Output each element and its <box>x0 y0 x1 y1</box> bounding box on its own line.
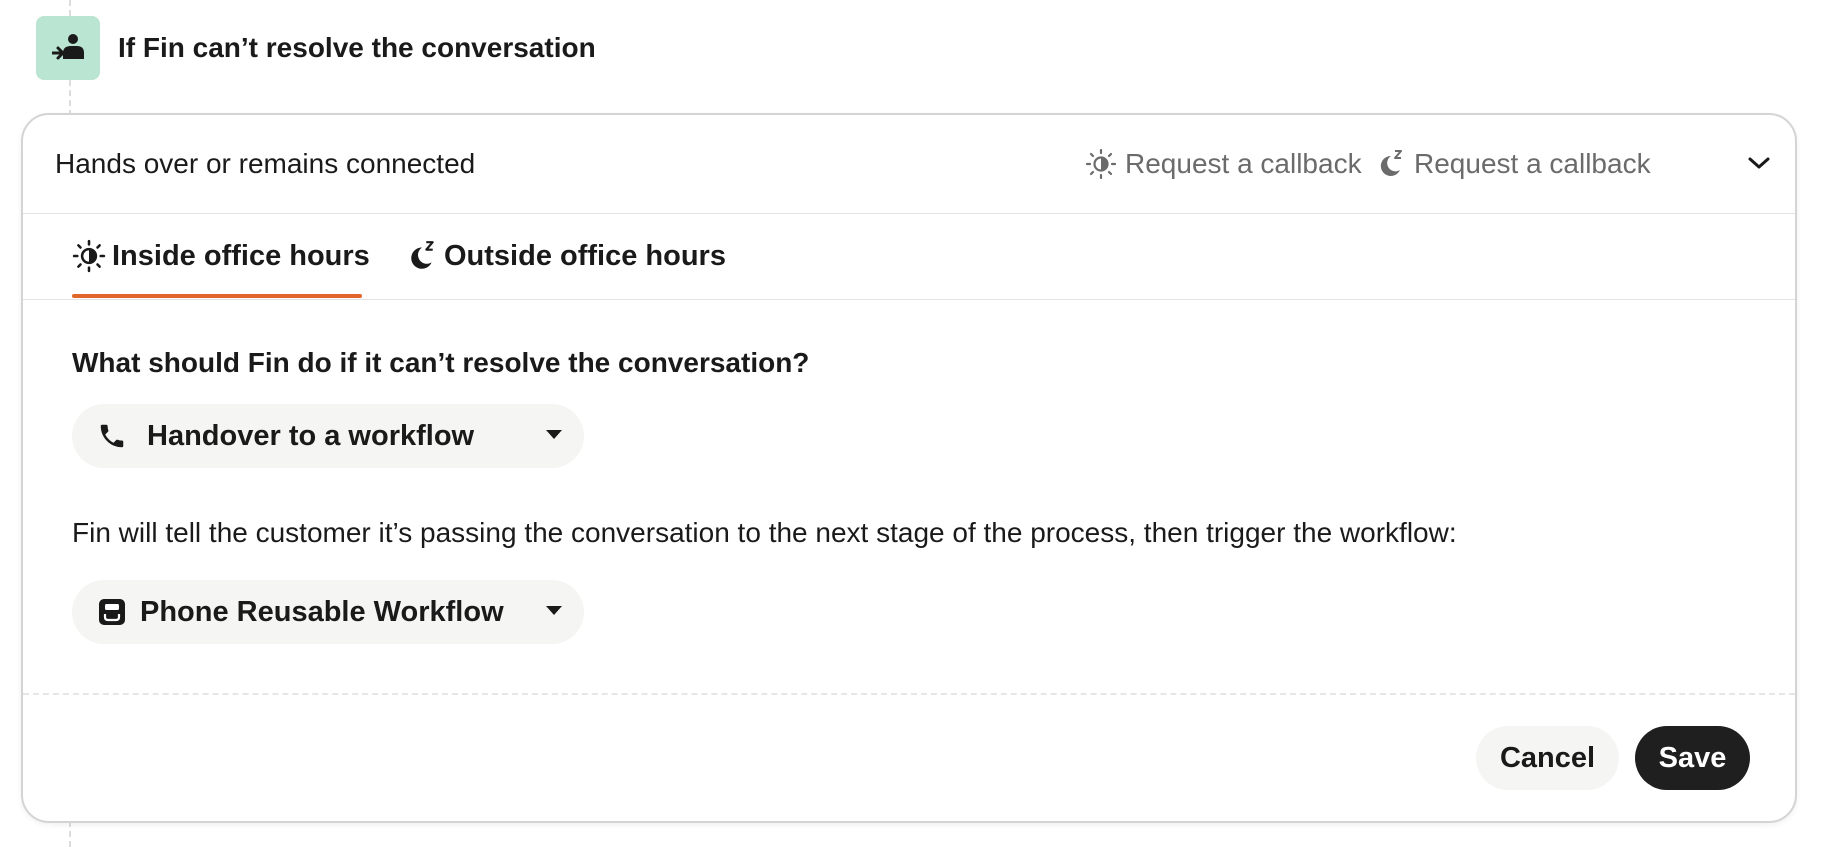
tab-inside-office-hours[interactable]: Inside office hours <box>72 213 370 299</box>
caret-down-icon <box>546 430 562 439</box>
collapse-toggle[interactable] <box>1741 145 1777 181</box>
workflow-canvas: If Fin can’t resolve the conversation Ha… <box>0 0 1824 847</box>
caret-down-icon <box>546 606 562 615</box>
fallback-question: What should Fin do if it can’t resolve t… <box>72 347 810 378</box>
card-header[interactable]: Hands over or remains connected Request … <box>23 115 1795 214</box>
sun-icon <box>1085 148 1117 180</box>
active-tab-indicator <box>72 294 362 298</box>
footer-divider <box>23 693 1795 695</box>
workflow-select[interactable]: Phone Reusable Workflow <box>72 580 584 644</box>
tab-label: Outside office hours <box>444 239 726 272</box>
save-button[interactable]: Save <box>1635 726 1750 790</box>
workflow-explanation: Fin will tell the customer it’s passing … <box>72 517 1457 548</box>
phone-icon <box>96 420 128 452</box>
tab-outside-office-hours[interactable]: Outside office hours <box>404 213 726 299</box>
office-hours-tabs: Inside office hours Outside office hours <box>23 213 1795 300</box>
step-header: If Fin can’t resolve the conversation <box>36 16 596 80</box>
outside-hours-action-label: Request a callback <box>1414 148 1651 179</box>
moon-z-icon <box>1380 150 1402 176</box>
fin-fallback-card: Hands over or remains connected Request … <box>21 113 1797 823</box>
inside-hours-summary: Request a callback <box>1085 115 1362 213</box>
sun-icon <box>72 239 106 273</box>
workflow-value: Phone Reusable Workflow <box>140 596 504 628</box>
handover-person-icon <box>36 16 100 80</box>
tab-label: Inside office hours <box>112 239 370 272</box>
chevron-down-icon <box>1748 157 1770 169</box>
card-summary: Hands over or remains connected <box>55 148 476 179</box>
workflow-icon <box>96 596 128 628</box>
step-title: If Fin can’t resolve the conversation <box>118 32 596 63</box>
inside-hours-action-label: Request a callback <box>1125 148 1362 179</box>
moon-z-icon <box>411 241 434 269</box>
outside-hours-summary: Request a callback <box>1374 115 1651 213</box>
fallback-action-select[interactable]: Handover to a workflow <box>72 404 584 468</box>
cancel-button[interactable]: Cancel <box>1476 726 1619 790</box>
fallback-action-value: Handover to a workflow <box>147 420 475 452</box>
